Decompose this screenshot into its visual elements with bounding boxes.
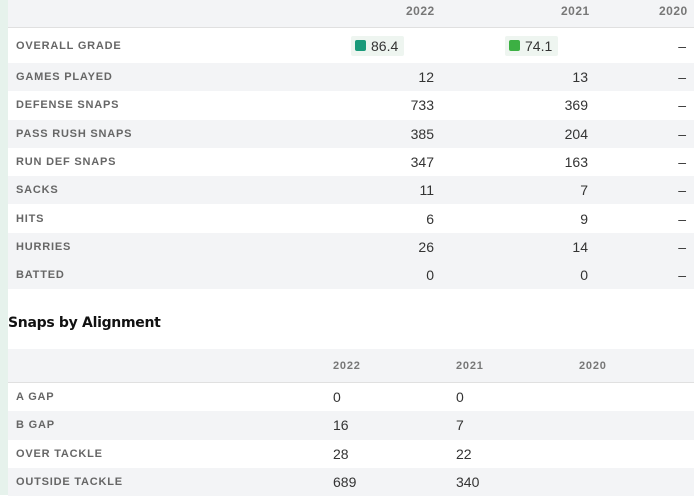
cell-2021: 0 [580, 267, 588, 284]
row-label: GAMES PLAYED [16, 71, 113, 84]
cell-2022: 12 [418, 69, 434, 86]
snaps-by-alignment-table: 2022 2021 2020 A GAP 0 0 B GAP 16 7 OVER… [8, 349, 694, 496]
stats-row: RUN DEF SNAPS 347 163 – [8, 148, 694, 176]
cell-2022: 385 [410, 125, 434, 142]
cell-2020: – [678, 182, 686, 199]
cell-2021: 14 [572, 238, 588, 255]
page-left-accent [0, 0, 8, 495]
alignment-row: OVER TACKLE 28 22 [8, 440, 694, 468]
cell-2020: – [678, 97, 686, 114]
stats-row: PASS RUSH SNAPS 385 204 – [8, 119, 694, 148]
row-label: RUN DEF SNAPS [16, 156, 117, 169]
column-header-2022[interactable]: 2022 [406, 4, 435, 18]
cell-2020: – [678, 125, 686, 142]
cell-2021: 340 [456, 474, 480, 491]
cell-2020: – [678, 154, 686, 171]
cell-2022: 6 [426, 210, 434, 227]
row-label: OVER TACKLE [16, 447, 103, 460]
grade-badge-2022: 86.4 [351, 35, 405, 56]
column-header-2020[interactable]: 2020 [579, 360, 607, 372]
cell-2022: 28 [333, 445, 349, 462]
cell-2021: 369 [564, 97, 588, 114]
cell-2020: – [678, 267, 686, 284]
row-label: B GAP [16, 419, 55, 432]
grade-color-swatch [355, 40, 366, 51]
cell-2022: 689 [333, 474, 357, 491]
row-label: A GAP [16, 391, 55, 404]
cell-2022: 0 [426, 267, 434, 284]
stats-row: DEFENSE SNAPS 733 369 – [8, 91, 694, 119]
alignment-row: A GAP 0 0 [8, 383, 694, 411]
cell-2021: 7 [456, 417, 464, 434]
grade-value-2020: – [678, 37, 686, 54]
column-header-2022[interactable]: 2022 [333, 360, 361, 372]
cell-2022: 733 [410, 97, 434, 114]
alignment-row: B GAP 16 7 [8, 411, 694, 440]
cell-2021: 7 [580, 182, 588, 199]
row-label: SACKS [16, 184, 59, 197]
cell-2021: 204 [564, 125, 588, 142]
stats-row: HURRIES 26 14 – [8, 232, 694, 262]
row-label: HURRIES [16, 240, 72, 253]
row-label: PASS RUSH SNAPS [16, 127, 133, 140]
grade-color-swatch [509, 40, 520, 51]
stats-row: SACKS 11 7 – [8, 176, 694, 205]
stats-table-header: 2022 2021 2020 [8, 0, 694, 28]
cell-2020: – [678, 210, 686, 227]
cell-2020: – [678, 238, 686, 255]
grade-value: 74.1 [525, 37, 553, 54]
cell-2021: 0 [456, 389, 464, 406]
cell-2021: 13 [572, 69, 588, 86]
stats-row-overall-grade: OVERALL GRADE 86.4 74.1 – [8, 28, 694, 63]
cell-2022: 26 [418, 238, 434, 255]
season-stats-table: 2022 2021 2020 OVERALL GRADE 86.4 74.1 –… [8, 0, 694, 290]
stats-row: HITS 6 9 – [8, 204, 694, 232]
cell-2021: 9 [580, 210, 588, 227]
cell-2021: 163 [564, 154, 588, 171]
cell-2022: 347 [410, 154, 434, 171]
row-label: HITS [16, 212, 45, 225]
grade-value: 86.4 [371, 37, 399, 54]
cell-2022: 0 [333, 389, 341, 406]
section-title: Snaps by Alignment [8, 315, 161, 331]
alignment-table-header: 2022 2021 2020 [8, 349, 694, 383]
cell-2022: 11 [419, 182, 434, 199]
column-header-2021[interactable]: 2021 [561, 4, 590, 18]
row-label: DEFENSE SNAPS [16, 99, 120, 112]
row-label: OUTSIDE TACKLE [16, 476, 123, 489]
alignment-row: OUTSIDE TACKLE 689 340 [8, 467, 694, 496]
cell-2022: 16 [333, 417, 349, 434]
cell-2020: – [678, 69, 686, 86]
cell-2021: 22 [456, 445, 472, 462]
column-header-2020[interactable]: 2020 [659, 4, 688, 18]
grade-badge-2021: 74.1 [505, 35, 559, 56]
row-label: OVERALL GRADE [16, 39, 122, 52]
stats-row: GAMES PLAYED 12 13 – [8, 63, 694, 92]
stats-row: BATTED 0 0 – [8, 261, 694, 290]
row-label: BATTED [16, 269, 65, 282]
column-header-2021[interactable]: 2021 [456, 360, 484, 372]
